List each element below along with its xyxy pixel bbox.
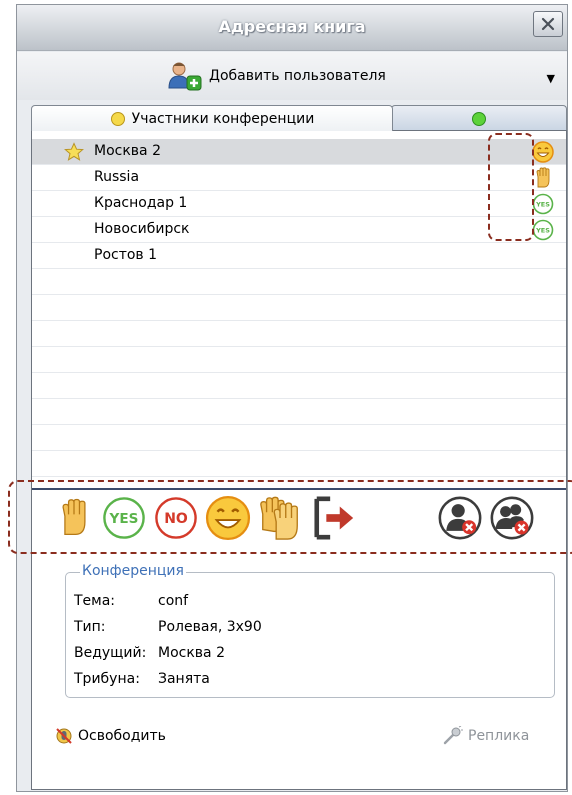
list-item-empty (32, 295, 566, 321)
release-button[interactable]: Освободить (54, 726, 166, 746)
add-user-icon (168, 62, 202, 91)
yellow-dot-icon (110, 111, 125, 126)
participants-list: Москва 2 Russia Краснодар 1 YES Новосиби… (32, 139, 566, 477)
host-label: Ведущий: (74, 645, 147, 661)
yes-icon: YES (103, 497, 145, 539)
no-button[interactable]: NO (152, 492, 200, 544)
svg-text:YES: YES (535, 227, 550, 235)
list-item[interactable]: Москва 2 (32, 139, 566, 165)
list-item[interactable]: Russia (32, 165, 566, 191)
tab-conference-participants[interactable]: Участники конференции (31, 105, 393, 131)
type-value: Ролевая, 3x90 (158, 619, 262, 635)
participant-name: Краснодар 1 (94, 195, 188, 211)
conference-legend: Конференция (80, 563, 186, 579)
list-item[interactable]: Ростов 1 (32, 243, 566, 269)
participant-name: Ростов 1 (94, 247, 158, 263)
svg-text:YES: YES (109, 511, 139, 527)
list-item[interactable]: Новосибирск YES (32, 217, 566, 243)
exit-icon (314, 496, 354, 540)
applause-button[interactable] (256, 492, 304, 544)
tab-second[interactable] (391, 105, 567, 131)
window-title: Адресная книга (218, 17, 366, 36)
type-label: Тип: (74, 619, 106, 635)
add-user-toolbar: Добавить пользователя ▼ (17, 52, 567, 100)
microphone-icon (443, 726, 463, 745)
applause-icon (260, 496, 298, 540)
host-value: Москва 2 (158, 645, 225, 661)
address-book-window: Адресная книга Добавить пользователя ▼ У… (16, 4, 568, 792)
participant-name: Новосибирск (94, 221, 190, 237)
remove-users-button[interactable] (488, 492, 536, 544)
yes-icon: YES (532, 193, 554, 215)
theme-value: conf (158, 593, 189, 609)
close-icon (541, 17, 555, 31)
conference-tribune-row: Трибуна: Занята (74, 671, 210, 687)
yes-button[interactable]: YES (100, 492, 148, 544)
theme-label: Тема: (74, 593, 116, 609)
replica-button[interactable]: Реплика (442, 726, 529, 746)
mic-off-icon (56, 728, 72, 744)
list-item-empty (32, 451, 566, 477)
smile-icon (205, 495, 251, 541)
action-toolbar: YES NO (38, 492, 558, 548)
conference-host-row: Ведущий: Москва 2 (74, 645, 225, 661)
chevron-down-icon[interactable]: ▼ (547, 72, 555, 85)
green-dot-icon (472, 111, 486, 126)
yes-icon: YES (532, 219, 554, 241)
list-item-empty (32, 373, 566, 399)
list-item-empty (32, 269, 566, 295)
replica-label: Реплика (468, 728, 530, 744)
conference-info-group: Конференция Тема: conf Тип: Ролевая, 3x90 … (65, 563, 555, 698)
no-icon: NO (155, 497, 197, 539)
participant-name: Russia (94, 169, 140, 185)
remove-users-icon (490, 496, 534, 540)
tribune-value: Занята (158, 671, 210, 687)
remove-user-button[interactable] (436, 492, 484, 544)
svg-text:NO: NO (164, 511, 188, 527)
conference-theme-row: Тема: conf (74, 593, 188, 609)
remove-user-icon (438, 496, 482, 540)
add-user-label: Добавить пользователя (209, 68, 386, 84)
hand-raise-icon (536, 167, 550, 188)
list-item-empty (32, 347, 566, 373)
conference-type-row: Тип: Ролевая, 3x90 (74, 619, 262, 635)
hand-raise-icon (62, 498, 86, 535)
title-bar: Адресная книга (17, 5, 567, 51)
tab-label: Участники конференции (131, 110, 315, 127)
add-user-button[interactable]: Добавить пользователя (167, 60, 386, 92)
smile-icon (532, 141, 554, 163)
svg-text:YES: YES (535, 201, 550, 209)
star-icon (64, 142, 84, 161)
list-item-empty (32, 321, 566, 347)
close-button[interactable] (533, 11, 563, 37)
smile-button[interactable] (204, 492, 252, 544)
release-label: Освободить (78, 728, 166, 744)
tribune-label: Трибуна: (74, 671, 140, 687)
list-item[interactable]: Краснодар 1 YES (32, 191, 566, 217)
status-icons-highlight (488, 133, 534, 241)
list-item-empty (32, 425, 566, 451)
list-item-empty (32, 399, 566, 425)
raise-hand-button[interactable] (50, 492, 98, 544)
exit-button[interactable] (310, 492, 358, 544)
participant-name: Москва 2 (94, 143, 161, 159)
